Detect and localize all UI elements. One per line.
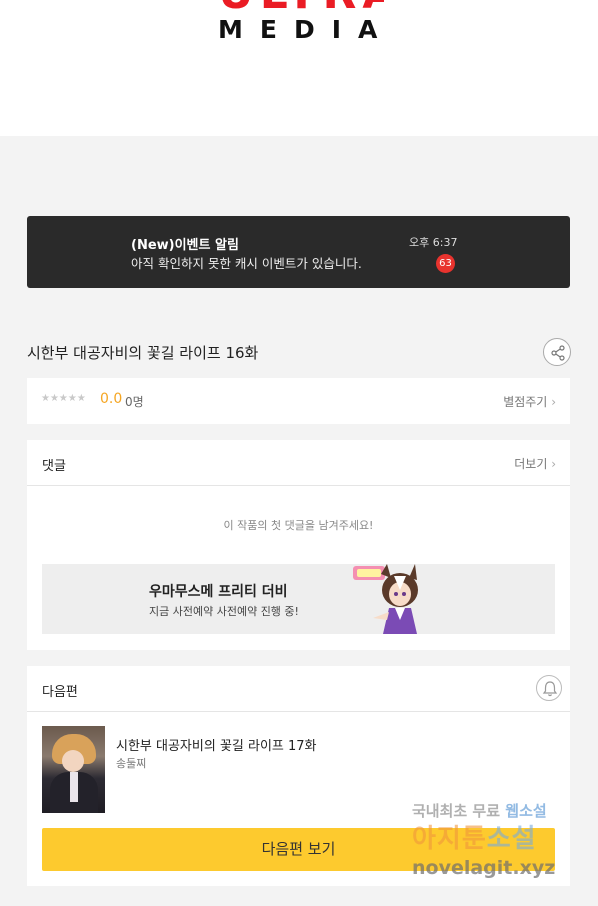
notice-title: (New)이벤트 알림: [131, 238, 239, 253]
bell-icon: [542, 681, 558, 697]
next-episode-author: 송둘찌: [116, 757, 147, 770]
notice-body: 아직 확인하지 못한 캐시 이벤트가 있습니다.: [131, 256, 362, 271]
logo-top-text: ULTRA: [218, 0, 384, 10]
notice-time: 오후 6:37: [409, 236, 458, 249]
comments-more-button[interactable]: 더보기 ›: [514, 455, 556, 472]
comments-header: 댓글 더보기 ›: [27, 440, 570, 486]
next-episode-label: 다음편: [42, 685, 78, 700]
comments-more-label: 더보기: [514, 457, 548, 471]
next-episode-header: 다음편: [27, 666, 570, 712]
header: ULTRA MEDIA: [0, 0, 598, 136]
share-icon: [551, 345, 565, 361]
comments-empty-message: 이 작품의 첫 댓글을 남겨주세요!: [223, 519, 374, 532]
next-episode-thumbnail[interactable]: [42, 726, 105, 813]
event-notice-banner[interactable]: (New)이벤트 알림 아직 확인하지 못한 캐시 이벤트가 있습니다. 오후 …: [27, 216, 570, 288]
share-button[interactable]: [543, 338, 571, 366]
rate-button[interactable]: 별점주기 ›: [503, 393, 556, 410]
watermark-line2: 아지툰소설: [412, 824, 537, 854]
ad-character-image: [353, 564, 418, 634]
comments-label: 댓글: [42, 459, 66, 474]
next-episode-title[interactable]: 시한부 대공자비의 꽃길 라이프 17화: [116, 735, 317, 754]
rating-count: 0명: [125, 395, 144, 409]
comments-section: 댓글 더보기 › 이 작품의 첫 댓글을 남겨주세요! 우마무스메 프리티 더비…: [27, 440, 570, 650]
ad-subtitle: 지금 사전예약 사전예약 진행 중!: [149, 605, 299, 618]
logo-bottom-text: MEDIA: [218, 15, 395, 44]
episode-title: 시한부 대공자비의 꽃길 라이프 16화: [27, 344, 259, 362]
rate-button-label: 별점주기: [503, 395, 548, 409]
chevron-right-icon: ›: [551, 457, 556, 471]
notification-button[interactable]: [536, 675, 562, 701]
chevron-right-icon: ›: [551, 395, 556, 409]
watermark-line3: novelagit.xyz: [412, 857, 556, 879]
ad-banner[interactable]: 우마무스메 프리티 더비 지금 사전예약 사전예약 진행 중!: [42, 564, 555, 634]
rating-stars: ★★★★★: [41, 393, 86, 404]
rating-score: 0.0: [100, 391, 123, 407]
ad-title: 우마무스메 프리티 더비: [149, 584, 288, 600]
notice-count-badge: 63: [436, 254, 455, 273]
watermark: 국내최초 무료 웹소설 아지툰소설 novelagit.xyz: [412, 800, 598, 890]
rating-card: ★★★★★ 0.0 0명 별점주기 ›: [27, 378, 570, 424]
